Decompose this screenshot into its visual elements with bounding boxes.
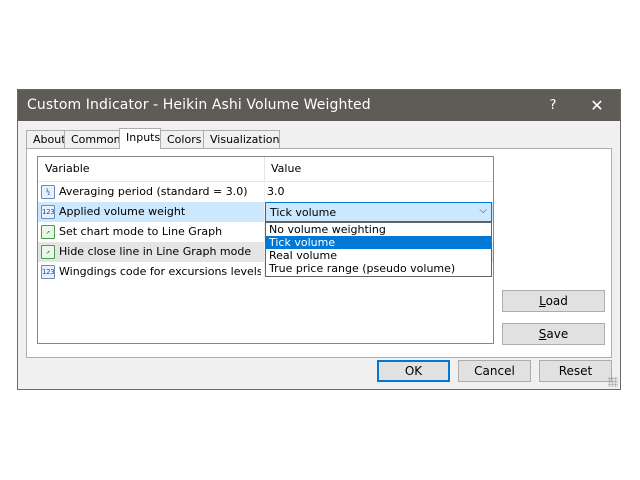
cancel-button[interactable]: Cancel xyxy=(458,360,531,382)
row-variable: Applied volume weight xyxy=(59,205,186,218)
ok-button[interactable]: OK xyxy=(377,360,450,382)
close-button[interactable]: ✕ xyxy=(574,90,620,121)
number-icon: 123 xyxy=(41,265,55,279)
window-title: Custom Indicator - Heikin Ashi Volume We… xyxy=(27,97,371,113)
tab-colors[interactable]: Colors xyxy=(160,130,204,148)
save-button[interactable]: Save xyxy=(502,323,605,345)
number-icon: 123 xyxy=(41,205,55,219)
title-bar[interactable]: Custom Indicator - Heikin Ashi Volume We… xyxy=(18,90,620,121)
chevron-down-icon[interactable]: ⌵ xyxy=(479,205,487,216)
tab-common[interactable]: Common xyxy=(64,130,121,148)
applied-volume-select[interactable]: Tick volume ⌵ xyxy=(265,202,492,222)
load-button[interactable]: Load xyxy=(502,290,605,312)
custom-indicator-dialog: Custom Indicator - Heikin Ashi Volume We… xyxy=(17,89,621,390)
row-value[interactable]: 3.0 xyxy=(267,185,285,198)
load-rest: oad xyxy=(545,294,568,308)
option-tick-volume[interactable]: Tick volume xyxy=(266,236,491,249)
inputs-grid: Variable Value ½ Averaging period (stand… xyxy=(37,156,494,344)
table-row[interactable]: ½ Averaging period (standard = 3.0) 3.0 xyxy=(38,182,493,202)
line-icon: ↗ xyxy=(41,245,55,259)
half-icon: ½ xyxy=(41,185,55,199)
header-variable[interactable]: Variable xyxy=(45,162,90,175)
grid-header: Variable Value xyxy=(38,157,493,182)
row-variable: Set chart mode to Line Graph xyxy=(59,225,223,238)
row-variable: Averaging period (standard = 3.0) xyxy=(59,185,248,198)
resize-grip-icon[interactable] xyxy=(608,377,618,387)
row-variable: Wingdings code for excursions levels (0 … xyxy=(59,265,261,278)
tab-visualization[interactable]: Visualization xyxy=(203,130,280,148)
header-value[interactable]: Value xyxy=(271,162,301,175)
option-real-volume[interactable]: Real volume xyxy=(266,249,491,262)
reset-button[interactable]: Reset xyxy=(539,360,612,382)
select-value: Tick volume xyxy=(270,206,337,219)
tab-about[interactable]: About xyxy=(26,130,66,148)
line-icon: ↗ xyxy=(41,225,55,239)
help-button[interactable]: ? xyxy=(530,90,576,121)
tab-inputs[interactable]: Inputs xyxy=(119,128,161,149)
header-divider[interactable] xyxy=(264,157,265,181)
dropdown-list: No volume weighting Tick volume Real vol… xyxy=(265,222,492,277)
save-rest: ave xyxy=(546,327,569,341)
option-true-price-range[interactable]: True price range (pseudo volume) xyxy=(266,262,491,275)
option-no-volume-weighting[interactable]: No volume weighting xyxy=(266,223,491,236)
row-variable: Hide close line in Line Graph mode xyxy=(59,245,252,258)
inputs-panel: Variable Value ½ Averaging period (stand… xyxy=(26,148,612,358)
